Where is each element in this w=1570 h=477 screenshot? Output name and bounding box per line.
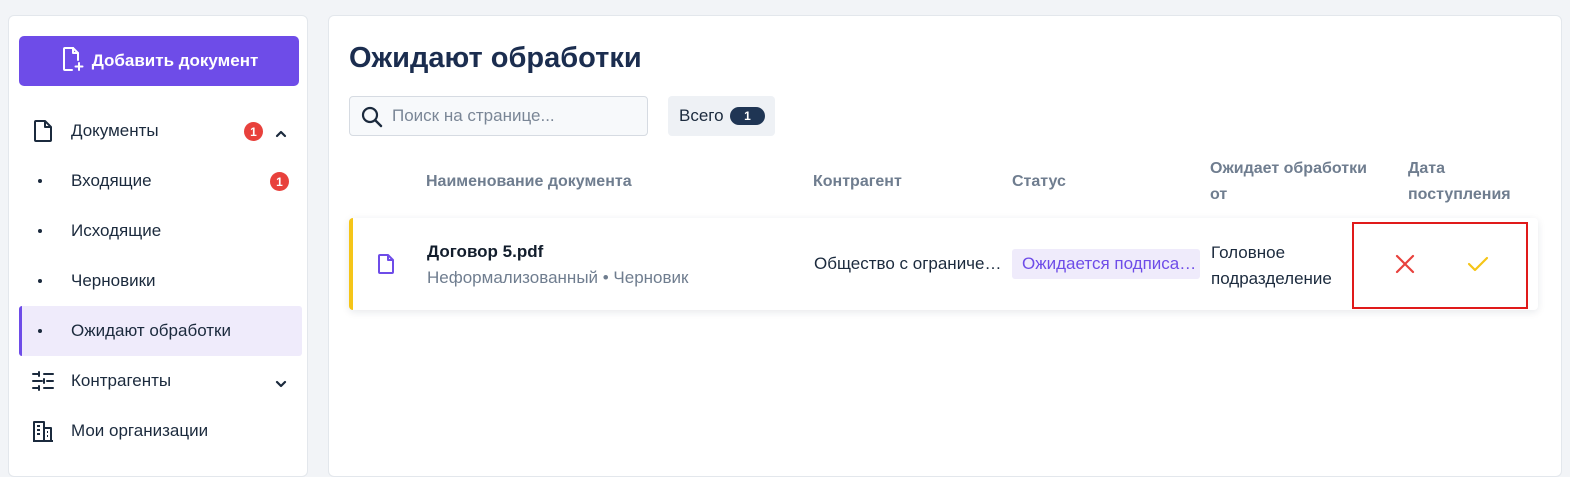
sidebar-item-counterparties[interactable]: Контрагенты [19, 356, 299, 406]
document-meta: Неформализованный • Черновик [427, 268, 689, 287]
search-box[interactable] [349, 96, 648, 136]
sidebar: Добавить документ Документы 1 Входящие 1… [8, 15, 308, 477]
count-badge: 1 [244, 122, 263, 141]
document-icon [378, 254, 394, 279]
pending-from-cell: Головное подразделение [1211, 240, 1332, 292]
column-header-line: Ожидает обработки [1210, 160, 1367, 177]
bullet [38, 229, 42, 233]
sidebar-item-drafts[interactable]: Черновики [19, 256, 299, 306]
chevron-down-icon[interactable] [275, 375, 287, 388]
sidebar-item-documents[interactable]: Документы 1 [19, 106, 299, 156]
add-document-button[interactable]: Добавить документ [19, 36, 299, 86]
column-header-line: поступления [1408, 186, 1511, 203]
column-header-pending-from[interactable]: Ожидает обработки от [1210, 156, 1367, 208]
status-label: Ожидается подписание [1022, 254, 1200, 273]
sidebar-item-label: Черновики [71, 271, 156, 290]
column-header-line: от [1210, 186, 1228, 203]
bullet [38, 179, 42, 183]
file-icon [31, 119, 55, 143]
sidebar-item-label: Документы [71, 121, 159, 140]
sidebar-item-label: Ожидают обработки [71, 321, 231, 340]
sidebar-item-label: Входящие [71, 171, 152, 190]
pending-line: Головное [1211, 243, 1286, 262]
column-header-date[interactable]: Дата поступления [1408, 156, 1511, 208]
search-icon [361, 106, 383, 128]
total-counter: Всего 1 [668, 96, 775, 136]
chevron-up-icon[interactable] [275, 125, 287, 138]
bullet [38, 329, 42, 333]
sidebar-item-awaiting[interactable]: Ожидают обработки [19, 306, 302, 356]
bullet [38, 279, 42, 283]
sidebar-item-outgoing[interactable]: Исходящие [19, 206, 299, 256]
sidebar-item-label: Контрагенты [71, 371, 172, 390]
pending-line: подразделение [1211, 269, 1332, 288]
status-badge: Ожидается подписание [1012, 249, 1200, 279]
sidebar-item-incoming[interactable]: Входящие 1 [19, 156, 299, 206]
count-badge: 1 [270, 172, 289, 191]
add-file-icon [60, 46, 84, 77]
column-header-status[interactable]: Статус [1012, 169, 1066, 195]
page-title: Ожидают обработки [349, 42, 642, 74]
highlight-box [1352, 222, 1528, 309]
column-header-line: Дата [1408, 160, 1446, 177]
document-name[interactable]: Договор 5.pdf [427, 242, 543, 262]
total-count-badge: 1 [730, 107, 765, 125]
sidebar-item-label: Мои организации [71, 421, 209, 440]
add-document-label: Добавить документ [91, 51, 259, 70]
sidebar-item-my-organizations[interactable]: Мои организации [19, 406, 299, 456]
total-label: Всего [679, 106, 724, 125]
counterparties-icon [31, 369, 55, 393]
counterparty-cell: Общество с ограниченной ответственностью [814, 254, 1002, 273]
search-input[interactable] [390, 105, 634, 127]
column-header-counterparty[interactable]: Контрагент [813, 169, 902, 195]
column-header-name[interactable]: Наименование документа [426, 169, 632, 195]
sidebar-item-label: Исходящие [71, 221, 162, 240]
building-icon [31, 419, 55, 443]
